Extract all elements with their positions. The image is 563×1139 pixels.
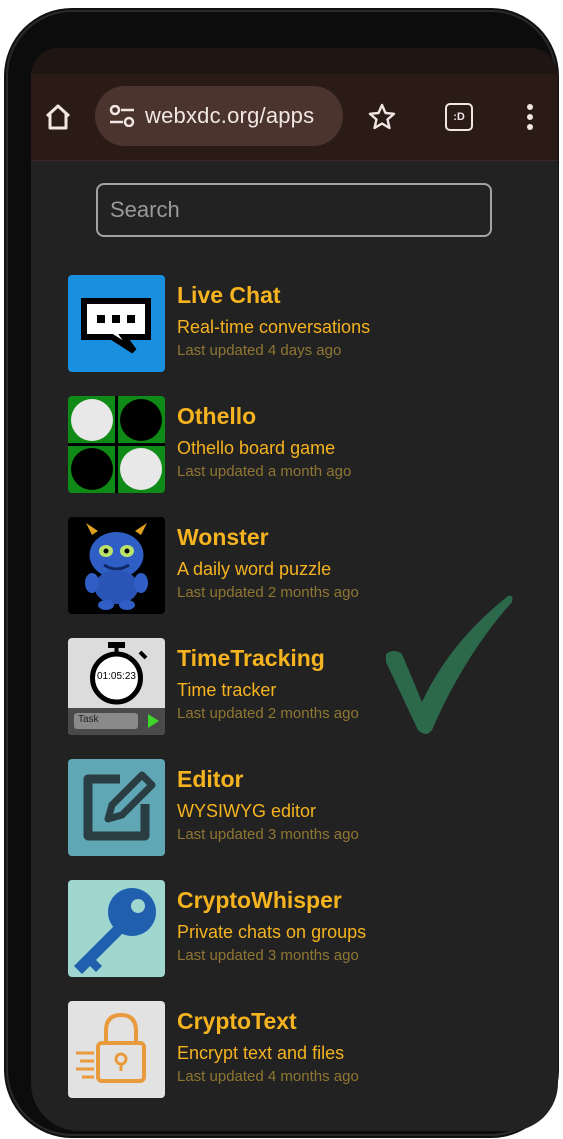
app-description: Time tracker (177, 680, 277, 700)
stopwatch-time: 01:05:23 (97, 671, 136, 682)
app-item-editor[interactable]: Editor WYSIWYG editor Last updated 3 mon… (68, 759, 508, 857)
chat-bubble-icon (81, 298, 151, 354)
app-item-othello[interactable]: Othello Othello board game Last updated … (68, 396, 508, 494)
home-button[interactable] (37, 96, 79, 138)
app-name: Othello (177, 403, 257, 429)
phone-frame: webxdc.org/apps :D Search Live Chat Real… (8, 12, 558, 1134)
url-bar[interactable]: webxdc.org/apps (95, 86, 343, 146)
app-name: TimeTracking (177, 645, 325, 671)
app-updated: Last updated 2 months ago (177, 705, 359, 722)
app-description: Real-time conversations (177, 317, 371, 337)
status-bar (31, 48, 558, 74)
cryptotext-app-icon (68, 1001, 165, 1098)
app-description: WYSIWYG editor (177, 801, 317, 821)
othello-app-icon (68, 396, 165, 493)
app-description: A daily word puzzle (177, 559, 332, 579)
edit-icon (83, 771, 156, 841)
app-updated: Last updated a month ago (177, 463, 352, 480)
checkmark-overlay-icon (386, 595, 513, 734)
othello-board-icon (68, 396, 165, 493)
app-name: CryptoWhisper (177, 887, 342, 913)
app-name: Editor (177, 766, 244, 792)
wonster-app-icon (68, 517, 165, 614)
app-name: CryptoText (177, 1008, 297, 1034)
padlock-icon (76, 1012, 146, 1083)
app-description: Othello board game (177, 438, 336, 458)
menu-button[interactable] (509, 96, 551, 138)
cryptowhisper-app-icon (68, 880, 165, 977)
app-item-cryptotext[interactable]: CryptoText Encrypt text and files Last u… (68, 1001, 508, 1099)
app-item-cryptowhisper[interactable]: CryptoWhisper Private chats on groups La… (68, 880, 508, 978)
app-description: Encrypt text and files (177, 1043, 345, 1063)
live-chat-app-icon (68, 275, 165, 372)
editor-app-icon (68, 759, 165, 856)
more-vert-icon (527, 104, 533, 130)
key-icon (74, 888, 156, 974)
browser-screen: webxdc.org/apps :D Search Live Chat Real… (31, 48, 558, 1131)
tab-switcher-button[interactable]: :D (438, 96, 480, 138)
star-icon (368, 103, 396, 130)
monster-icon (85, 523, 148, 610)
home-icon (45, 104, 71, 130)
app-name: Wonster (177, 524, 269, 550)
search-input[interactable] (96, 183, 492, 237)
app-updated: Last updated 4 months ago (177, 1068, 359, 1085)
timetracking-app-icon: 01:05:23 Task (68, 638, 165, 735)
url-text: webxdc.org/apps (145, 103, 315, 128)
app-name: Live Chat (177, 282, 281, 308)
tab-badge-text: :D (453, 111, 465, 123)
app-updated: Last updated 3 months ago (177, 826, 359, 843)
tab-switcher-icon: :D (445, 103, 473, 131)
task-label: Task (78, 714, 99, 725)
browser-toolbar: webxdc.org/apps :D (31, 74, 558, 161)
tune-icon (109, 105, 135, 127)
app-updated: Last updated 3 months ago (177, 947, 359, 964)
app-item-live-chat[interactable]: Live Chat Real-time conversations Last u… (68, 275, 508, 373)
bookmark-button[interactable] (361, 96, 403, 138)
app-updated: Last updated 4 days ago (177, 342, 342, 359)
app-description: Private chats on groups (177, 922, 367, 942)
app-updated: Last updated 2 months ago (177, 584, 359, 601)
